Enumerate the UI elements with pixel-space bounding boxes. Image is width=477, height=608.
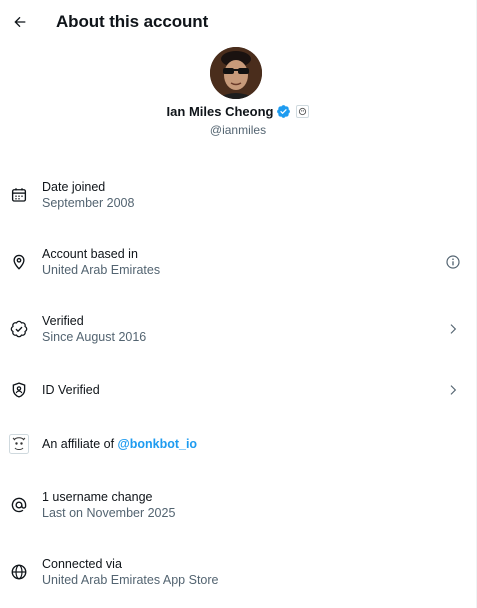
header: About this account (0, 0, 476, 44)
affiliate-link[interactable]: @bonkbot_io (118, 437, 198, 451)
back-button[interactable] (4, 6, 36, 38)
info-icon[interactable] (444, 253, 462, 271)
verified-check-icon (9, 319, 29, 339)
verified-label: Verified (42, 314, 84, 328)
username-change-value: Last on November 2025 (42, 506, 176, 520)
location-pin-icon (9, 252, 29, 272)
affiliate-badge-icon[interactable] (296, 105, 310, 118)
id-verified-row[interactable]: ID Verified (0, 368, 476, 412)
arrow-left-icon (14, 16, 26, 28)
username-change-row: 1 username change Last on November 2025 (0, 483, 476, 527)
verified-badge-icon[interactable] (276, 104, 291, 119)
id-verified-label: ID Verified (42, 383, 100, 397)
verified-row[interactable]: Verified Since August 2016 (0, 307, 476, 351)
connected-via-row: Connected via United Arab Emirates App S… (0, 550, 476, 594)
id-shield-icon (9, 380, 29, 400)
chevron-right-icon[interactable] (444, 381, 462, 399)
date-joined-label: Date joined (42, 180, 106, 194)
calendar-icon (9, 185, 29, 205)
date-joined-row: Date joined September 2008 (0, 173, 476, 217)
account-based-in-value: United Arab Emirates (42, 263, 161, 277)
page-title: About this account (56, 12, 209, 31)
account-based-in-label: Account based in (42, 247, 138, 261)
name-row: Ian Miles Cheong (0, 104, 476, 119)
at-sign-icon (9, 495, 29, 515)
username-change-label: 1 username change (42, 490, 153, 504)
affiliate-label: An affiliate of (42, 437, 115, 451)
avatar[interactable] (210, 47, 262, 99)
account-based-in-row: Account based in United Arab Emirates (0, 240, 476, 284)
handle: @ianmiles (209, 123, 267, 137)
connected-via-value: United Arab Emirates App Store (42, 573, 219, 587)
avatar-image (210, 47, 262, 99)
affiliate-logo-icon[interactable] (9, 434, 29, 454)
display-name: Ian Miles Cheong (166, 104, 274, 119)
affiliate-row: An affiliate of @bonkbot_io (0, 422, 476, 466)
chevron-right-icon[interactable] (444, 320, 462, 338)
verified-value: Since August 2016 (42, 330, 147, 344)
affiliate-text: An affiliate of @bonkbot_io (42, 436, 197, 452)
date-joined-value: September 2008 (42, 196, 135, 210)
globe-icon (9, 562, 29, 582)
connected-via-label: Connected via (42, 557, 122, 571)
